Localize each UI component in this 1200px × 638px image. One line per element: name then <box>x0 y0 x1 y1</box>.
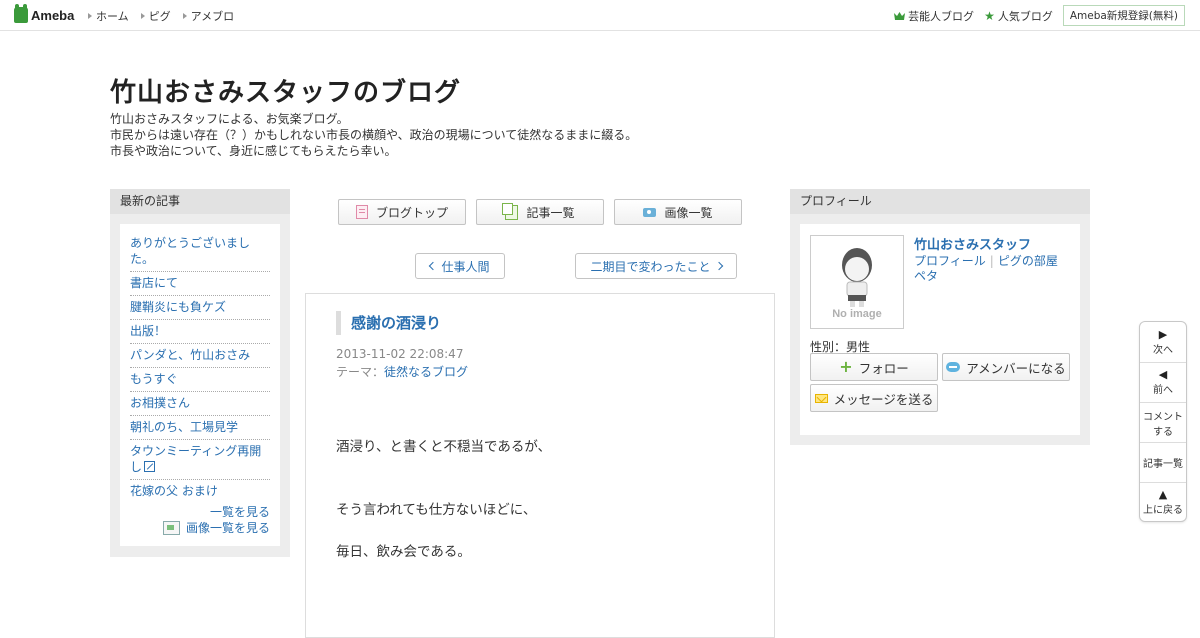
triangle-right-icon <box>140 13 145 19</box>
recent-entry-link[interactable]: お相撲さん <box>130 392 270 416</box>
ameba-logo-icon <box>14 4 28 23</box>
play-right-icon: ▶ <box>1158 327 1168 341</box>
edit-icon <box>144 461 156 472</box>
recent-entry-link[interactable]: 朝礼のち、工場見学 <box>130 416 270 440</box>
floating-prev-button[interactable]: ◀ 前へ <box>1140 363 1186 403</box>
nav-ameblo[interactable]: アメブロ <box>182 8 234 24</box>
blog-top-button[interactable]: ブログトップ <box>338 199 466 225</box>
chevron-left-icon <box>429 261 438 271</box>
recent-entry-link-item[interactable]: タウンミーティング再開し <box>130 440 270 480</box>
article-paragraph: 酒浸り、と書くと不穏当であるが、 <box>336 439 552 455</box>
blog-description-line: 竹山おさみスタッフによる、お気楽ブログ。 <box>110 112 349 126</box>
recent-entry-link[interactable]: もうすぐ <box>130 368 270 392</box>
nav-celeb-blog[interactable]: 芸能人ブログ <box>894 8 974 24</box>
avatar[interactable]: No image <box>810 235 904 329</box>
recent-entries-panel: 最新の記事 ありがとうございました。 書店にて 腱鞘炎にも負ケズ 出版！ パンダ… <box>110 189 290 557</box>
recent-entry-link[interactable]: 腱鞘炎にも負ケズ <box>130 296 270 320</box>
play-left-icon: ◀ <box>1158 368 1168 381</box>
plus-icon: + <box>839 357 853 376</box>
see-list-link[interactable]: 一覧を見る <box>210 504 270 520</box>
pig-room-link[interactable]: ピグの部屋 <box>998 254 1058 268</box>
no-image-label: No image <box>832 308 882 320</box>
peta-link[interactable]: ペタ <box>914 269 938 283</box>
prev-entry-button[interactable]: 仕事人間 <box>415 253 505 279</box>
recent-entry-link[interactable]: ありがとうございました。 <box>130 232 270 272</box>
blog-description: 竹山おさみスタッフによる、お気楽ブログ。 市民からは遠い存在（？）かもしれない市… <box>110 111 637 159</box>
chevron-right-icon <box>714 261 723 271</box>
camera-icon <box>643 207 657 217</box>
article: 感謝の酒浸り 2013-11-02 22:08:47 テーマ：徒然なるブログ 酒… <box>305 293 775 638</box>
floating-top-button[interactable]: ▲ 上に戻る <box>1140 483 1186 521</box>
theme-label: テーマ： <box>336 365 385 379</box>
nav-popular-blog[interactable]: ★ 人気ブログ <box>984 8 1053 24</box>
article-body: 酒浸り、と書くと不穏当であるが、 そう言われても仕方ないほどに、 毎日、飲み会で… <box>336 437 551 562</box>
play-up-icon: ▲ <box>1158 487 1168 501</box>
document-icon <box>355 205 368 219</box>
article-theme: テーマ：徒然なるブログ <box>336 363 468 380</box>
ameba-logo-text: Ameba <box>31 7 75 23</box>
global-header: Ameba ホーム ピグ アメブロ 芸能人ブログ ★ 人気ブログ Ameba新規… <box>0 0 1200 31</box>
recent-entries-footer: 一覧を見る 画像一覧を見る <box>162 504 270 536</box>
recent-entry-link[interactable]: パンダと、竹山おさみ <box>130 344 270 368</box>
blog-title[interactable]: 竹山おさみスタッフのブログ <box>110 72 461 109</box>
follow-button[interactable]: + フォロー <box>810 353 938 381</box>
blog-tabs: ブログトップ 記事一覧 画像一覧 <box>338 199 752 225</box>
profile-link[interactable]: プロフィール <box>914 254 986 268</box>
nav-pigg[interactable]: ピグ <box>140 8 171 24</box>
triangle-right-icon <box>182 13 187 19</box>
profile-box: No image 竹山おさみスタッフ プロフィール | ピグの部屋 ペタ 性別：男性… <box>800 224 1080 435</box>
next-entry-button[interactable]: 二期目で変わったこと <box>575 253 737 279</box>
amember-button[interactable]: アメンバーになる <box>942 353 1070 381</box>
recent-entries-heading: 最新の記事 <box>110 189 290 214</box>
link-separator: | <box>989 254 994 268</box>
recent-entries-box: ありがとうございました。 書店にて 腱鞘炎にも負ケズ 出版！ パンダと、竹山おさ… <box>120 224 280 546</box>
floating-nav: ▶ 次へ ◀ 前へ コメント する 記事一覧 ▲ 上に戻る <box>1139 321 1187 522</box>
floating-entry-list-button[interactable]: 記事一覧 <box>1140 443 1186 483</box>
register-button[interactable]: Ameba新規登録(無料) <box>1062 5 1185 26</box>
image-list-icon <box>162 521 180 535</box>
profile-name[interactable]: 竹山おさみスタッフ <box>914 234 1031 253</box>
envelope-icon <box>814 393 828 403</box>
floating-comment-button[interactable]: コメント する <box>1140 403 1186 443</box>
profile-heading: プロフィール <box>790 189 1090 214</box>
profile-links: プロフィール | ピグの部屋 ペタ <box>914 254 1058 284</box>
global-right-nav: 芸能人ブログ ★ 人気ブログ Ameba新規登録(無料) <box>894 5 1185 26</box>
blog-description-line: 市長や政治について、身近に感じてもらえたら幸い。 <box>110 144 397 158</box>
recent-entry-link[interactable]: 書店にて <box>130 272 270 296</box>
speech-bubble-icon <box>946 362 961 372</box>
triangle-right-icon <box>88 13 92 19</box>
profile-panel: プロフィール No image 竹山おさみスタッフ プロフィール | ピグの部屋 ペ… <box>790 189 1090 445</box>
article-date: 2013-11-02 22:08:47 <box>336 347 464 361</box>
nav-home[interactable]: ホーム <box>88 8 129 24</box>
article-title[interactable]: 感謝の酒浸り <box>336 311 441 335</box>
ameba-logo[interactable]: Ameba <box>14 4 75 23</box>
entry-list-button[interactable]: 記事一覧 <box>476 199 604 225</box>
recent-entry-link[interactable]: 出版！ <box>130 320 270 344</box>
star-icon: ★ <box>984 8 995 23</box>
see-images-link[interactable]: 画像一覧を見る <box>162 520 270 536</box>
article-paragraph: そう言われても仕方ないほどに、 <box>336 502 537 518</box>
image-list-button[interactable]: 画像一覧 <box>614 199 742 225</box>
article-paragraph: 毎日、飲み会である。 <box>336 544 471 560</box>
global-nav: ホーム ピグ アメブロ <box>88 8 246 24</box>
entries-icon <box>502 202 519 220</box>
floating-next-button[interactable]: ▶ 次へ <box>1140 322 1186 363</box>
recent-entries-list: ありがとうございました。 書店にて 腱鞘炎にも負ケズ 出版！ パンダと、竹山おさ… <box>120 224 280 503</box>
recent-entry-link[interactable]: 花嫁の父 おまけ <box>130 480 270 503</box>
crown-icon <box>894 11 906 20</box>
blog-description-line: 市民からは遠い存在（？）かもしれない市長の横顔や、政治の現場について徒然なるまま… <box>110 128 638 142</box>
theme-link[interactable]: 徒然なるブログ <box>384 365 468 379</box>
message-button[interactable]: メッセージを送る <box>810 384 938 412</box>
